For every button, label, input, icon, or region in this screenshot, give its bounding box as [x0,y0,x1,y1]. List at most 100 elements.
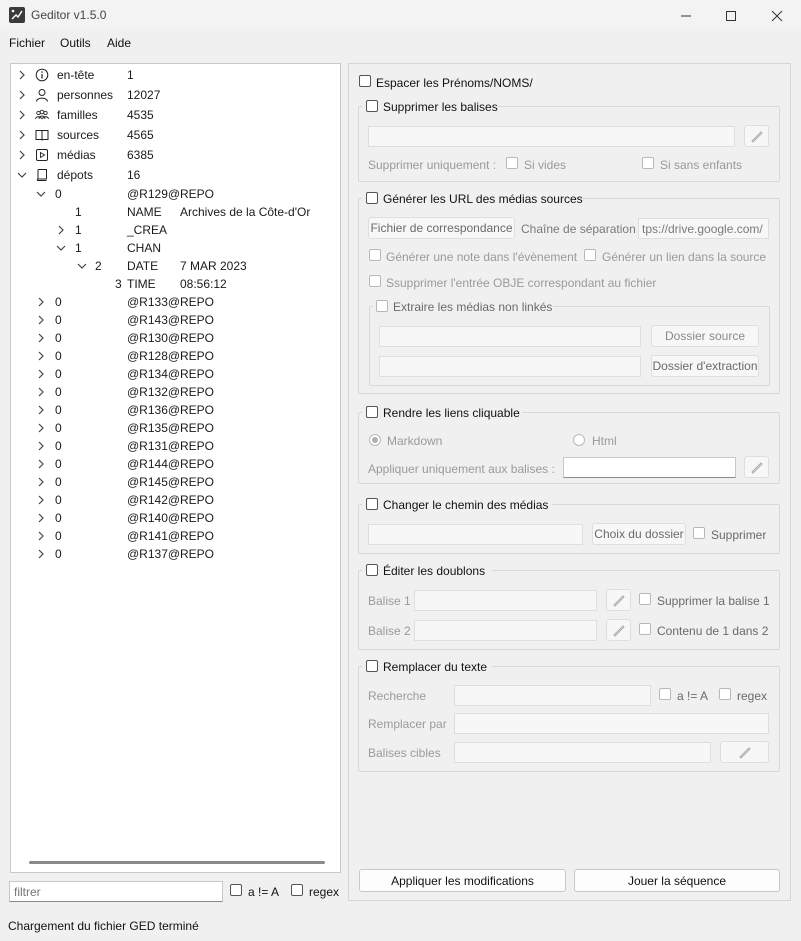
chevron-right-icon[interactable] [56,225,66,235]
remove-tag1-checkbox[interactable] [639,593,651,605]
tag1-input[interactable] [414,590,597,611]
chevron-right-icon[interactable] [36,351,46,361]
media-path-delete-checkbox[interactable] [693,527,705,539]
tree-node-repositories[interactable]: dépots 16 [11,166,340,184]
chevron-right-icon[interactable] [36,441,46,451]
if-no-children-checkbox[interactable] [642,157,654,169]
if-empty-checkbox[interactable] [506,157,518,169]
clickable-links-checkbox[interactable] [366,406,378,418]
replace-with-input[interactable] [454,713,769,734]
extract-folder-input[interactable] [379,356,641,377]
media-path-input[interactable] [368,524,583,545]
play-sequence-button[interactable]: Jouer la séquence [574,869,780,892]
separator-input[interactable]: tps://drive.google.com/ [638,218,769,239]
tree-node-chan[interactable]: 1 CHAN [11,239,340,257]
menu-file[interactable]: Fichier [9,36,45,50]
chevron-right-icon[interactable] [17,110,27,120]
minimize-button[interactable] [663,0,709,31]
tree-node-crea[interactable]: 1 _CREA [11,221,340,239]
gedcom-tree[interactable]: en-tête 1 personnes 12027 familles 4535 … [10,63,341,873]
tree-node-repo[interactable]: 0 @R142@ REPO [11,491,340,509]
horizontal-scrollbar[interactable] [29,861,325,864]
tree-node-repo[interactable]: 0 @R131@ REPO [11,437,340,455]
tag1-pick-button[interactable] [606,589,631,611]
chevron-right-icon[interactable] [36,387,46,397]
chevron-down-icon[interactable] [36,189,46,199]
chevron-right-icon[interactable] [36,531,46,541]
tree-node-persons[interactable]: personnes 12027 [11,86,340,104]
tree-node-repo[interactable]: 0 @R145@ REPO [11,473,340,491]
replace-regex-checkbox[interactable] [719,688,731,700]
media-urls-checkbox[interactable] [366,192,378,204]
chevron-right-icon[interactable] [36,315,46,325]
chevron-right-icon[interactable] [36,513,46,523]
markdown-radio[interactable] [369,434,381,446]
media-path-checkbox[interactable] [366,498,378,510]
target-tags-pick-button[interactable] [720,741,769,763]
tree-node-repo[interactable]: 0 @R136@ REPO [11,401,340,419]
chevron-right-icon[interactable] [36,369,46,379]
note-in-event-checkbox[interactable] [369,249,381,261]
tree-node-repo[interactable]: 0 @R135@ REPO [11,419,340,437]
extract-folder-button[interactable]: Dossier d'extraction [651,355,759,377]
tree-node-repo[interactable]: 0 @R132@ REPO [11,383,340,401]
chevron-right-icon[interactable] [17,90,27,100]
tree-node-families[interactable]: familles 4535 [11,106,340,124]
remove-obje-checkbox[interactable] [369,275,381,287]
chevron-down-icon[interactable] [56,243,66,253]
tag2-pick-button[interactable] [606,619,631,641]
chevron-down-icon[interactable] [77,261,87,271]
tree-node-header[interactable]: en-tête 1 [11,66,340,84]
replace-text-checkbox[interactable] [366,660,378,672]
source-folder-button[interactable]: Dossier source [651,325,759,347]
apply-only-input[interactable] [563,457,736,478]
chevron-right-icon[interactable] [17,70,27,80]
tree-node-repo[interactable]: 0 @R134@ REPO [11,365,340,383]
filter-regex-checkbox[interactable] [291,884,303,896]
target-tags-input[interactable] [454,742,711,763]
chevron-down-icon[interactable] [17,170,27,180]
tree-node-repo[interactable]: 0 @R140@ REPO [11,509,340,527]
content-1-in-2-checkbox[interactable] [639,623,651,635]
menu-help[interactable]: Aide [107,36,131,50]
tree-node-date[interactable]: 2 DATE 7 MAR 2023 [11,257,340,275]
filter-input[interactable] [9,881,223,902]
chevron-right-icon[interactable] [36,549,46,559]
apply-changes-button[interactable]: Appliquer les modifications [359,869,566,892]
tree-node-sources[interactable]: sources 4565 [11,126,340,144]
tag2-input[interactable] [414,620,597,641]
maximize-button[interactable] [708,0,754,31]
tree-node-repo[interactable]: 0 @R129@ REPO [11,185,340,203]
search-input[interactable] [454,685,651,706]
space-names-checkbox[interactable] [359,75,371,87]
tree-node-repo[interactable]: 0 @R133@ REPO [11,293,340,311]
chevron-right-icon[interactable] [36,477,46,487]
tree-node-repo[interactable]: 0 @R130@ REPO [11,329,340,347]
tree-node-repo[interactable]: 0 @R144@ REPO [11,455,340,473]
apply-only-pick-button[interactable] [744,456,769,478]
remove-tags-input[interactable] [368,126,735,147]
tree-node-repo[interactable]: 0 @R128@ REPO [11,347,340,365]
html-radio[interactable] [573,434,585,446]
remove-tags-pick-button[interactable] [744,125,769,147]
choose-folder-button[interactable]: Choix du dossier [592,523,686,545]
tree-node-time[interactable]: 3 TIME 08:56:12 [11,275,340,293]
filter-case-checkbox[interactable] [230,884,242,896]
chevron-right-icon[interactable] [36,297,46,307]
tree-node-repo[interactable]: 0 @R141@ REPO [11,527,340,545]
remove-tags-checkbox[interactable] [366,100,378,112]
tree-node-media[interactable]: médias 6385 [11,146,340,164]
duplicates-checkbox[interactable] [366,564,378,576]
extract-unlinked-checkbox[interactable] [376,300,388,312]
mapping-file-button[interactable]: Fichier de correspondance [368,217,515,239]
chevron-right-icon[interactable] [17,150,27,160]
chevron-right-icon[interactable] [36,423,46,433]
chevron-right-icon[interactable] [17,130,27,140]
close-button[interactable] [754,0,800,31]
chevron-right-icon[interactable] [36,333,46,343]
chevron-right-icon[interactable] [36,495,46,505]
tree-node-repo[interactable]: 0 @R143@ REPO [11,311,340,329]
menu-tools[interactable]: Outils [60,36,91,50]
source-folder-input[interactable] [379,326,641,347]
replace-case-checkbox[interactable] [659,688,671,700]
